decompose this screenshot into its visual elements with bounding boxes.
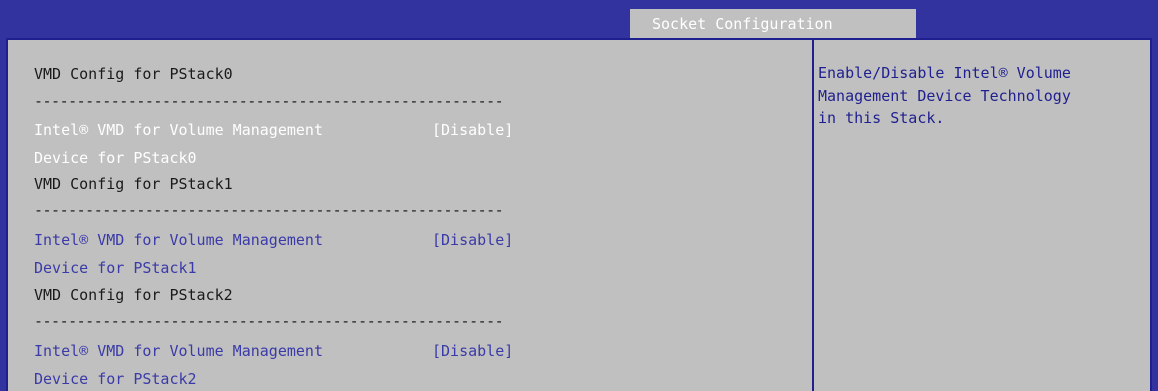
vmd-option-pstack1[interactable]: Intel® VMD for Volume Management [Disabl… — [34, 231, 513, 249]
option-label-line1: Intel® VMD for Volume Management — [34, 121, 323, 139]
help-divider — [812, 40, 814, 391]
group-heading: VMD Config for PStack2 — [34, 286, 233, 304]
option-label-line2: Device for PStack2 — [34, 370, 197, 388]
top-bar — [0, 0, 1158, 40]
vmd-option-pstack0[interactable]: Intel® VMD for Volume Management [Disabl… — [34, 121, 513, 139]
option-value[interactable]: [Disable] — [432, 121, 513, 139]
group-heading: VMD Config for PStack1 — [34, 175, 233, 193]
option-label-line2: Device for PStack0 — [34, 149, 197, 167]
option-label-line1: Intel® VMD for Volume Management — [34, 342, 323, 360]
option-label-line2: Device for PStack1 — [34, 259, 197, 277]
option-value[interactable]: [Disable] — [432, 342, 513, 360]
vmd-option-pstack2[interactable]: Intel® VMD for Volume Management [Disabl… — [34, 342, 513, 360]
help-line: in this Stack. — [818, 109, 945, 127]
help-line: Enable/Disable Intel® Volume — [818, 64, 1071, 82]
separator: ----------------------------------------… — [34, 312, 504, 330]
tab-socket-configuration[interactable]: Socket Configuration — [630, 9, 916, 40]
group-heading: VMD Config for PStack0 — [34, 65, 233, 83]
option-value[interactable]: [Disable] — [432, 231, 513, 249]
help-text: Enable/Disable Intel® Volume Management … — [818, 62, 1148, 130]
separator: ----------------------------------------… — [34, 92, 504, 110]
separator: ----------------------------------------… — [34, 201, 504, 219]
option-label-line1: Intel® VMD for Volume Management — [34, 231, 323, 249]
help-line: Management Device Technology — [818, 86, 1071, 105]
settings-panel: VMD Config for PStack0 -----------------… — [34, 40, 794, 391]
